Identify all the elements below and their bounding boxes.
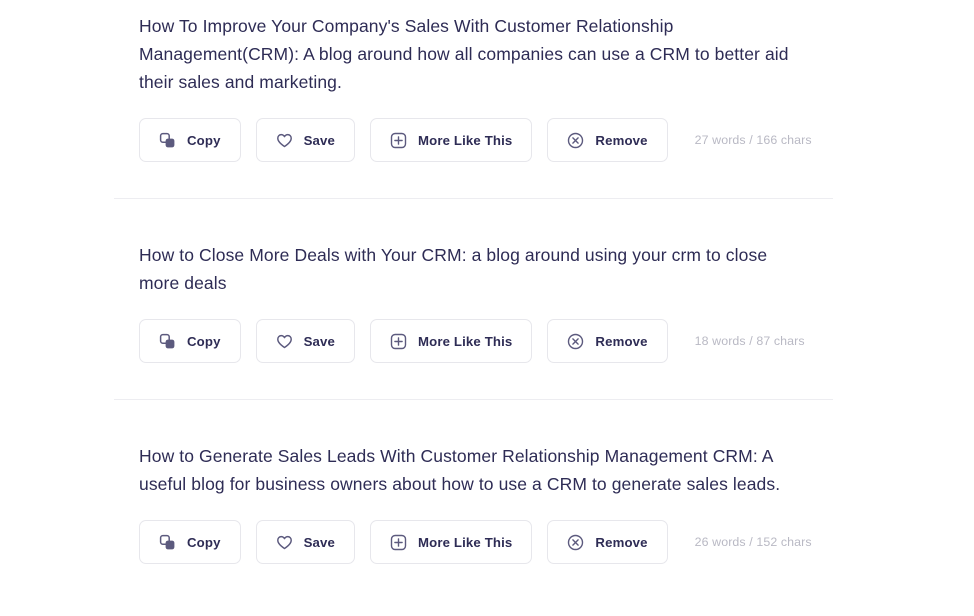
- word-char-count: 18 words / 87 chars: [694, 334, 805, 348]
- remove-button[interactable]: Remove: [547, 118, 668, 162]
- more-like-this-button[interactable]: More Like This: [369, 118, 533, 162]
- remove-button[interactable]: Remove: [547, 520, 668, 564]
- save-button[interactable]: Save: [255, 118, 355, 162]
- copy-icon: [159, 333, 176, 350]
- copy-button-label: Copy: [187, 534, 221, 550]
- result-actions: Copy Save: [139, 118, 834, 162]
- plus-square-icon: [390, 333, 407, 350]
- remove-button-label: Remove: [595, 534, 648, 550]
- more-like-this-button-label: More Like This: [417, 132, 513, 148]
- more-like-this-button[interactable]: More Like This: [369, 520, 533, 564]
- word-char-count: 26 words / 152 chars: [694, 535, 812, 549]
- result-actions: Copy Save: [139, 520, 834, 564]
- close-circle-icon: [567, 333, 584, 350]
- remove-button-label: Remove: [595, 333, 648, 349]
- result-card: How to Generate Sales Leads With Custome…: [0, 442, 974, 564]
- save-button-label: Save: [303, 333, 335, 349]
- copy-icon: [159, 534, 176, 551]
- close-circle-icon: [567, 534, 584, 551]
- close-circle-icon: [567, 132, 584, 149]
- save-button[interactable]: Save: [255, 520, 355, 564]
- copy-icon: [159, 132, 176, 149]
- remove-button-label: Remove: [595, 132, 648, 148]
- heart-icon: [276, 534, 293, 551]
- word-char-count: 27 words / 166 chars: [694, 133, 812, 147]
- save-button[interactable]: Save: [255, 319, 355, 363]
- generated-results-list: How To Improve Your Company's Sales With…: [0, 0, 974, 564]
- heart-icon: [276, 132, 293, 149]
- more-like-this-button-label: More Like This: [417, 333, 513, 349]
- more-like-this-button-label: More Like This: [417, 534, 513, 550]
- heart-icon: [276, 333, 293, 350]
- result-card: How to Close More Deals with Your CRM: a…: [0, 241, 974, 442]
- copy-button[interactable]: Copy: [139, 520, 241, 564]
- copy-button-label: Copy: [187, 132, 221, 148]
- copy-button[interactable]: Copy: [139, 319, 241, 363]
- copy-button-label: Copy: [187, 333, 221, 349]
- save-button-label: Save: [303, 132, 335, 148]
- result-title: How to Generate Sales Leads With Custome…: [139, 446, 781, 494]
- remove-button[interactable]: Remove: [547, 319, 668, 363]
- more-like-this-button[interactable]: More Like This: [369, 319, 533, 363]
- plus-square-icon: [390, 132, 407, 149]
- copy-button[interactable]: Copy: [139, 118, 241, 162]
- result-title: How To Improve Your Company's Sales With…: [139, 16, 789, 92]
- plus-square-icon: [390, 534, 407, 551]
- result-card: How To Improve Your Company's Sales With…: [0, 12, 974, 241]
- result-title: How to Close More Deals with Your CRM: a…: [139, 245, 768, 293]
- result-actions: Copy Save: [139, 319, 834, 363]
- save-button-label: Save: [303, 534, 335, 550]
